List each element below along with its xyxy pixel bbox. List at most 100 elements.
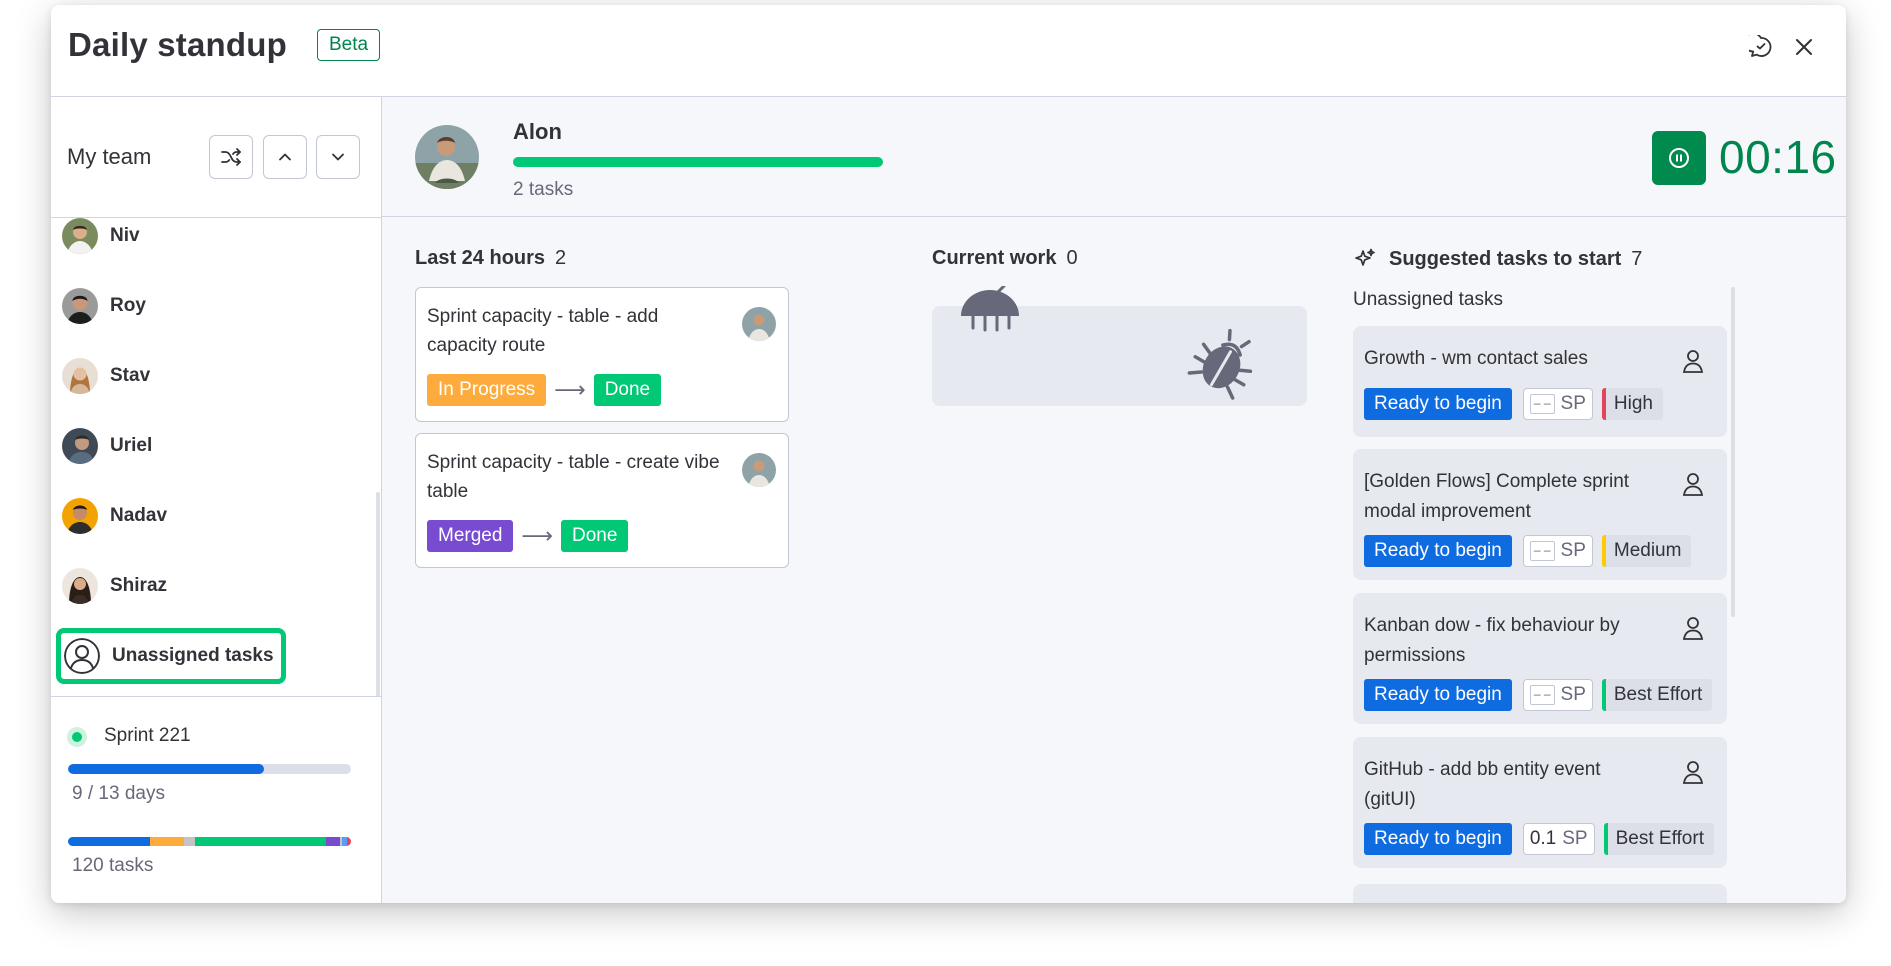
chevron-down-icon: [332, 153, 344, 161]
task-card[interactable]: Sprint capacity - table - add capacity r…: [415, 287, 789, 422]
shuffle-button[interactable]: [209, 135, 253, 179]
team-sidebar: My team Niv Roy Stav Uriel Nadav Shiraz …: [51, 97, 382, 903]
task-card[interactable]: Sprint capacity - table - create vibe ta…: [415, 433, 789, 568]
task-meta-row: Ready to begin – – SP Best Effort: [1364, 679, 1713, 711]
story-points-value: 0.1: [1529, 828, 1557, 849]
story-points-field[interactable]: – – SP: [1522, 535, 1593, 567]
status-label[interactable]: Ready to begin: [1364, 535, 1512, 567]
task-title: Sprint capacity - table - create vibe ta…: [427, 452, 720, 502]
suggested-list-scrollbar[interactable]: [1731, 287, 1735, 617]
story-points-field[interactable]: – – SP: [1522, 388, 1593, 420]
team-member-roy[interactable]: Roy: [62, 286, 146, 326]
person-icon: [64, 638, 100, 674]
avatar: [62, 498, 98, 534]
modal-header: Daily standup Beta: [51, 5, 1846, 97]
column-title: Suggested tasks to start: [1389, 247, 1622, 270]
story-points-unit: SP: [1560, 540, 1586, 561]
task-title: Kanban dow - fix behaviour by permission…: [1364, 615, 1620, 666]
sprint-status-distribution-bar: [68, 837, 351, 846]
arrow-right-icon: ⟶: [521, 523, 553, 548]
status-segment: [325, 837, 340, 846]
status-label[interactable]: Ready to begin: [1364, 823, 1512, 855]
previous-member-button[interactable]: [263, 135, 307, 179]
avatar: [742, 453, 776, 487]
status-label[interactable]: Ready to begin: [1364, 679, 1512, 711]
team-member-stav[interactable]: Stav: [62, 356, 150, 396]
story-points-unit: SP: [1560, 684, 1586, 705]
column-count: 7: [1631, 247, 1643, 270]
status-segment: [150, 837, 185, 846]
pause-timer-button[interactable]: [1652, 131, 1706, 185]
shuffle-icon: [221, 148, 241, 166]
my-team-title: My team: [67, 144, 152, 169]
arrow-right-icon: ⟶: [554, 377, 586, 402]
sprint-days: 9 / 13 days: [72, 783, 165, 804]
sprint-progress-fill: [68, 764, 264, 774]
suggested-tasks-heading: Suggested tasks to start 7: [1353, 247, 1642, 271]
story-points-unit: SP: [1560, 393, 1586, 414]
task-meta-row: Ready to begin – – SP Medium: [1364, 535, 1692, 567]
column-count: 0: [1066, 247, 1078, 269]
status-segment: [346, 837, 351, 846]
task-title: [Golden Flows] Complete sprint modal imp…: [1364, 471, 1630, 522]
close-icon[interactable]: [1788, 31, 1820, 63]
status-to-label: Done: [560, 520, 629, 552]
suggested-task-card[interactable]: [1353, 884, 1727, 903]
assign-person-icon[interactable]: [1681, 759, 1705, 785]
pause-icon: [1669, 148, 1689, 168]
team-member-unassigned-tasks[interactable]: Unassigned tasks: [56, 628, 286, 684]
priority-label[interactable]: Best Effort: [1601, 679, 1713, 711]
member-name: Niv: [110, 225, 140, 246]
member-name: Shiraz: [110, 575, 168, 596]
story-points-field[interactable]: – – SP: [1522, 679, 1593, 711]
team-member-nadav[interactable]: Nadav: [62, 496, 167, 536]
bug-icon: [961, 286, 1019, 332]
status-label[interactable]: Ready to begin: [1364, 388, 1512, 420]
team-list-scrollbar[interactable]: [376, 492, 380, 697]
bug-icon: [1187, 328, 1253, 400]
member-name: Nadav: [110, 505, 168, 526]
status-from-label: Merged: [427, 520, 514, 552]
task-title: Growth - wm contact sales: [1364, 348, 1588, 369]
avatar: [62, 428, 98, 464]
person-name: Alon: [513, 119, 562, 144]
priority-label[interactable]: High: [1601, 388, 1663, 420]
standup-timer: 00:16: [1719, 131, 1837, 183]
task-title: GitHub - add bb entity event (gitUI): [1364, 759, 1601, 810]
suggested-task-card[interactable]: GitHub - add bb entity event (gitUI) Rea…: [1353, 737, 1727, 868]
team-member-shiraz[interactable]: Shiraz: [62, 566, 167, 606]
story-points-unit: SP: [1562, 828, 1588, 849]
assign-person-icon[interactable]: [1681, 471, 1705, 497]
story-points-field[interactable]: 0.1 SP: [1522, 823, 1595, 855]
member-name: Stav: [110, 365, 151, 386]
priority-label[interactable]: Medium: [1601, 535, 1692, 567]
avatar: [415, 125, 479, 189]
person-progress-bar: [513, 157, 883, 167]
team-member-niv[interactable]: Niv: [62, 218, 140, 256]
suggested-task-card[interactable]: [Golden Flows] Complete sprint modal imp…: [1353, 449, 1727, 580]
assign-person-icon[interactable]: [1681, 615, 1705, 641]
sprint-divider: [51, 696, 381, 697]
member-name: Roy: [110, 295, 146, 316]
empty-value-icon: – –: [1529, 685, 1555, 705]
suggested-task-card[interactable]: Kanban dow - fix behaviour by permission…: [1353, 593, 1727, 724]
current-work-empty-state: [932, 286, 1307, 406]
assign-person-icon[interactable]: [1681, 348, 1705, 374]
next-member-button[interactable]: [316, 135, 360, 179]
task-meta-row: Ready to begin 0.1 SP Best Effort: [1364, 823, 1714, 855]
column-title: Current work: [932, 247, 1057, 269]
avatar: [62, 568, 98, 604]
team-member-list[interactable]: Niv Roy Stav Uriel Nadav Shiraz Unassign…: [51, 218, 381, 696]
empty-value-icon: – –: [1529, 541, 1555, 561]
suggested-task-card[interactable]: Growth - wm contact sales Ready to begin…: [1353, 326, 1727, 437]
current-person-bar: Alon 2 tasks 00:16: [382, 97, 1846, 217]
status-transition: In Progress ⟶ Done: [427, 374, 662, 406]
priority-label[interactable]: Best Effort: [1603, 823, 1714, 855]
status-segment: [195, 837, 326, 846]
feedback-chat-icon[interactable]: [1745, 31, 1777, 63]
sprint-name: Sprint 221: [104, 725, 191, 746]
daily-standup-modal: Daily standup Beta My team Niv Roy Stav …: [51, 5, 1846, 903]
standup-main-panel: Alon 2 tasks 00:16 Last 24 hours 2 Sprin…: [382, 97, 1846, 903]
empty-value-icon: – –: [1529, 394, 1555, 414]
team-member-uriel[interactable]: Uriel: [62, 426, 152, 466]
